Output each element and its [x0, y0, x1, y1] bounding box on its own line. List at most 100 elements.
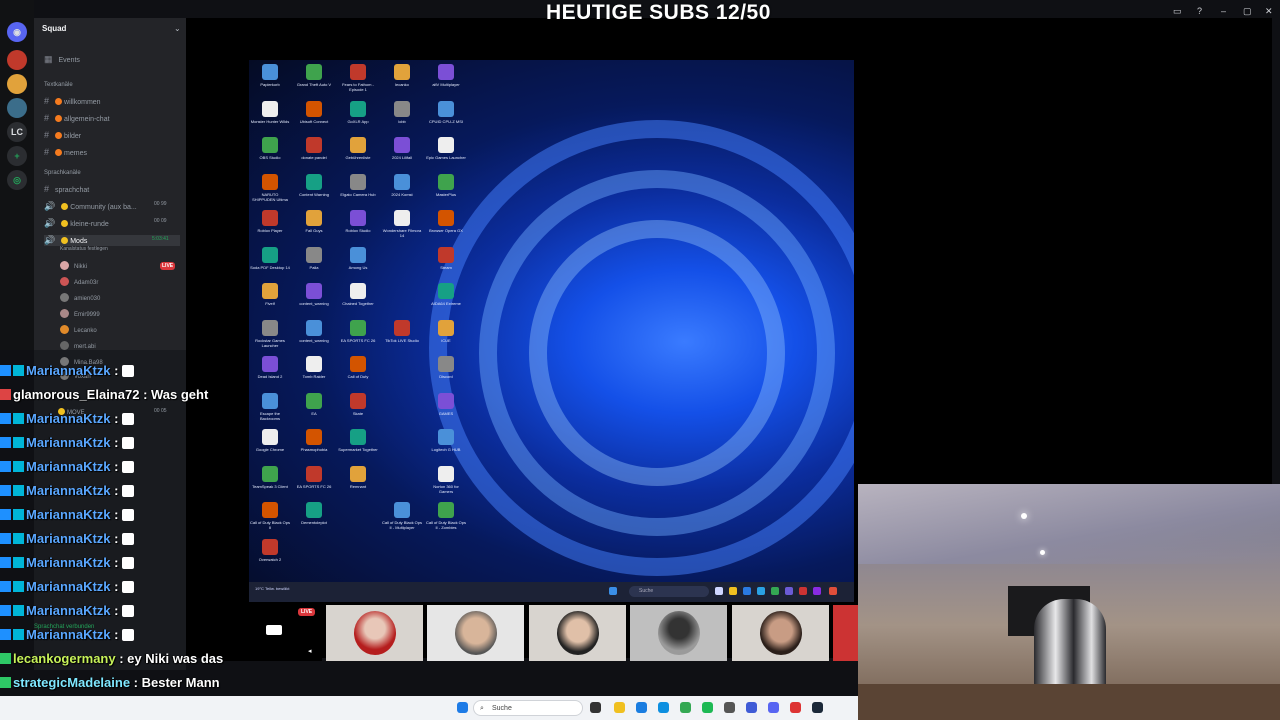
channel-bilder[interactable]: # bilder [44, 130, 81, 140]
store-icon[interactable] [757, 587, 765, 595]
desktop-icon[interactable]: TikTok LIVE Studio [382, 319, 422, 348]
desktop-icon[interactable]: 2024 Lilifall [382, 137, 422, 165]
desktop-icon[interactable]: Content Warning [294, 173, 334, 202]
desktop-icon[interactable]: OBS Studio [250, 137, 290, 165]
windows-start-icon[interactable] [609, 587, 617, 595]
server-icon[interactable] [7, 74, 27, 94]
participant-tile[interactable] [630, 605, 727, 661]
desktop-icon[interactable]: Roblox Player [250, 210, 290, 238]
desktop-icon[interactable]: AIDA64 Extreme [426, 283, 466, 311]
desktop-icon[interactable]: Elgato Camera Hub [338, 173, 378, 202]
app-icon[interactable] [799, 587, 807, 595]
explorer-icon[interactable] [729, 587, 737, 595]
voice-category[interactable]: Sprachkanäle [44, 170, 81, 176]
chrome-icon[interactable] [771, 587, 779, 595]
desktop-icon[interactable]: altV Multiplayer [426, 64, 466, 92]
minimize-icon[interactable]: – [1221, 6, 1226, 16]
desktop-icon[interactable]: Rockstar Games Launcher [250, 319, 290, 348]
discord-icon[interactable] [768, 702, 779, 713]
desktop-icon[interactable]: Google Chrome [250, 429, 290, 457]
desktop-icon[interactable]: Palia [294, 246, 334, 275]
desktop-icon[interactable]: Fears to Fathom - Episode 1 [338, 64, 378, 92]
voice-channel-community[interactable]: 🔊 Community (aux ba... [44, 201, 137, 212]
participant-self-tile[interactable]: LIVE ◂ [222, 605, 322, 661]
desktop-icon[interactable]: EA SPORTS FC 26 [294, 465, 334, 494]
screenshare-icon[interactable]: ▭ [1173, 6, 1182, 17]
desktop-icon[interactable]: Fivelf [250, 283, 290, 311]
desktop-icon[interactable]: Papierkorb [250, 64, 290, 92]
taskbar-search[interactable]: Suche [629, 586, 709, 597]
desktop-icon[interactable]: content_warning [294, 319, 334, 348]
desktop-icon[interactable]: Norton 360 for Gamers [426, 465, 466, 494]
desktop-icon[interactable]: Call of Duty Black Ops II - Zombies [426, 502, 466, 530]
desktop-icon[interactable]: Soda PDF Desktop 14 [250, 246, 290, 275]
participant-tile[interactable] [529, 605, 626, 661]
add-server-icon[interactable]: + [7, 146, 27, 166]
desktop-icon[interactable]: 2024 Komst [382, 173, 422, 202]
taskbar-search-box[interactable]: ⌕ Suche [473, 700, 583, 716]
desktop-icon[interactable]: CPUID CPU-Z MSI [426, 100, 466, 129]
desktop-icon[interactable]: Grand Theft Auto V [294, 64, 334, 92]
app-icon[interactable] [829, 587, 837, 595]
desktop-icon[interactable]: Monster Hunter Wilds [250, 100, 290, 129]
voice-channel-kleine-runde[interactable]: 🔊 kleine-runde [44, 218, 109, 229]
voice-user[interactable]: Nikki [60, 261, 87, 270]
voice-user[interactable]: mert.abi [60, 341, 96, 350]
app-icon[interactable] [813, 587, 821, 595]
desktop-icon[interactable]: Epic Games Launcher [426, 137, 466, 165]
desktop-icon[interactable]: Fall Guys [294, 210, 334, 238]
desktop-icon[interactable]: Dead Island 2 [250, 356, 290, 384]
desktop-icon[interactable]: Steam [426, 246, 466, 275]
participant-tile[interactable] [732, 605, 829, 661]
desktop-icon[interactable]: EA SPORTS FC 26 [338, 319, 378, 348]
desktop-icon[interactable]: NARUTO SHIPPUDEN Ultima [250, 173, 290, 202]
desktop-icon[interactable]: Call of Duty Black Ops II [250, 502, 290, 530]
server-lc-icon[interactable]: LC [7, 122, 27, 142]
desktop-icon[interactable]: Supermarket Together [338, 429, 378, 457]
desktop-icon[interactable]: MasterPlus [426, 173, 466, 202]
desktop-icon[interactable]: Discord [426, 356, 466, 384]
desktop-icon[interactable]: Gebührenliste [338, 137, 378, 165]
desktop-icon[interactable]: Ubisoft Connect [294, 100, 334, 129]
desktop-icon[interactable]: Overwatch 2 [250, 538, 290, 567]
close-icon[interactable]: ✕ [1265, 6, 1273, 17]
participant-tile[interactable] [833, 605, 858, 661]
status-hint[interactable]: Kanalstatus festlegen [60, 246, 108, 252]
desktop-icon[interactable]: lobb [382, 100, 422, 129]
help-icon[interactable]: ? [1197, 6, 1202, 16]
explorer-icon[interactable] [614, 702, 625, 713]
server-icon[interactable] [7, 98, 27, 118]
desktop-icon[interactable]: Call of Duty [338, 356, 378, 384]
desktop-icon[interactable]: EA [294, 392, 334, 421]
taskview-icon[interactable] [715, 587, 723, 595]
channel-allgemein-chat[interactable]: # allgemein-chat [44, 113, 110, 123]
desktop-icon[interactable]: donate pandel [294, 137, 334, 165]
desktop-icon[interactable]: Logitech G HUB [426, 429, 466, 457]
edge-icon[interactable] [743, 587, 751, 595]
server-icon[interactable] [7, 50, 27, 70]
steam-icon[interactable] [812, 702, 823, 713]
app-icon[interactable] [785, 587, 793, 595]
text-category[interactable]: Textkanäle [44, 82, 73, 88]
desktop-icon[interactable]: Remnant [338, 465, 378, 494]
channel-sprachchat[interactable]: # sprachchat [44, 184, 89, 194]
app-icon[interactable] [746, 702, 757, 713]
edge-icon[interactable] [636, 702, 647, 713]
app-icon[interactable] [790, 702, 801, 713]
chrome-icon[interactable] [680, 702, 691, 713]
voice-user[interactable]: Emir9999 [60, 309, 100, 318]
store-icon[interactable] [658, 702, 669, 713]
app-icon[interactable] [724, 702, 735, 713]
desktop-icon[interactable]: TeamSpeak 3 Client [250, 465, 290, 494]
voice-user[interactable]: Adam03r [60, 277, 98, 286]
spotify-icon[interactable] [702, 702, 713, 713]
server-name[interactable]: Squad [42, 24, 66, 33]
desktop-icon[interactable]: Wondershare Filmora 14 [382, 210, 422, 238]
desktop-icon[interactable]: Call of Duty Black Ops II - Multiplayer [382, 502, 422, 530]
channel-willkommen[interactable]: # willkommen [44, 96, 101, 106]
desktop-icon[interactable]: Skate [338, 392, 378, 421]
chevron-down-icon[interactable]: ⌄ [174, 24, 181, 33]
desktop-icon[interactable]: content_warning [294, 283, 334, 311]
explore-icon[interactable]: ◎ [7, 170, 27, 190]
desktop-icon[interactable]: Escape the Backrooms [250, 392, 290, 421]
